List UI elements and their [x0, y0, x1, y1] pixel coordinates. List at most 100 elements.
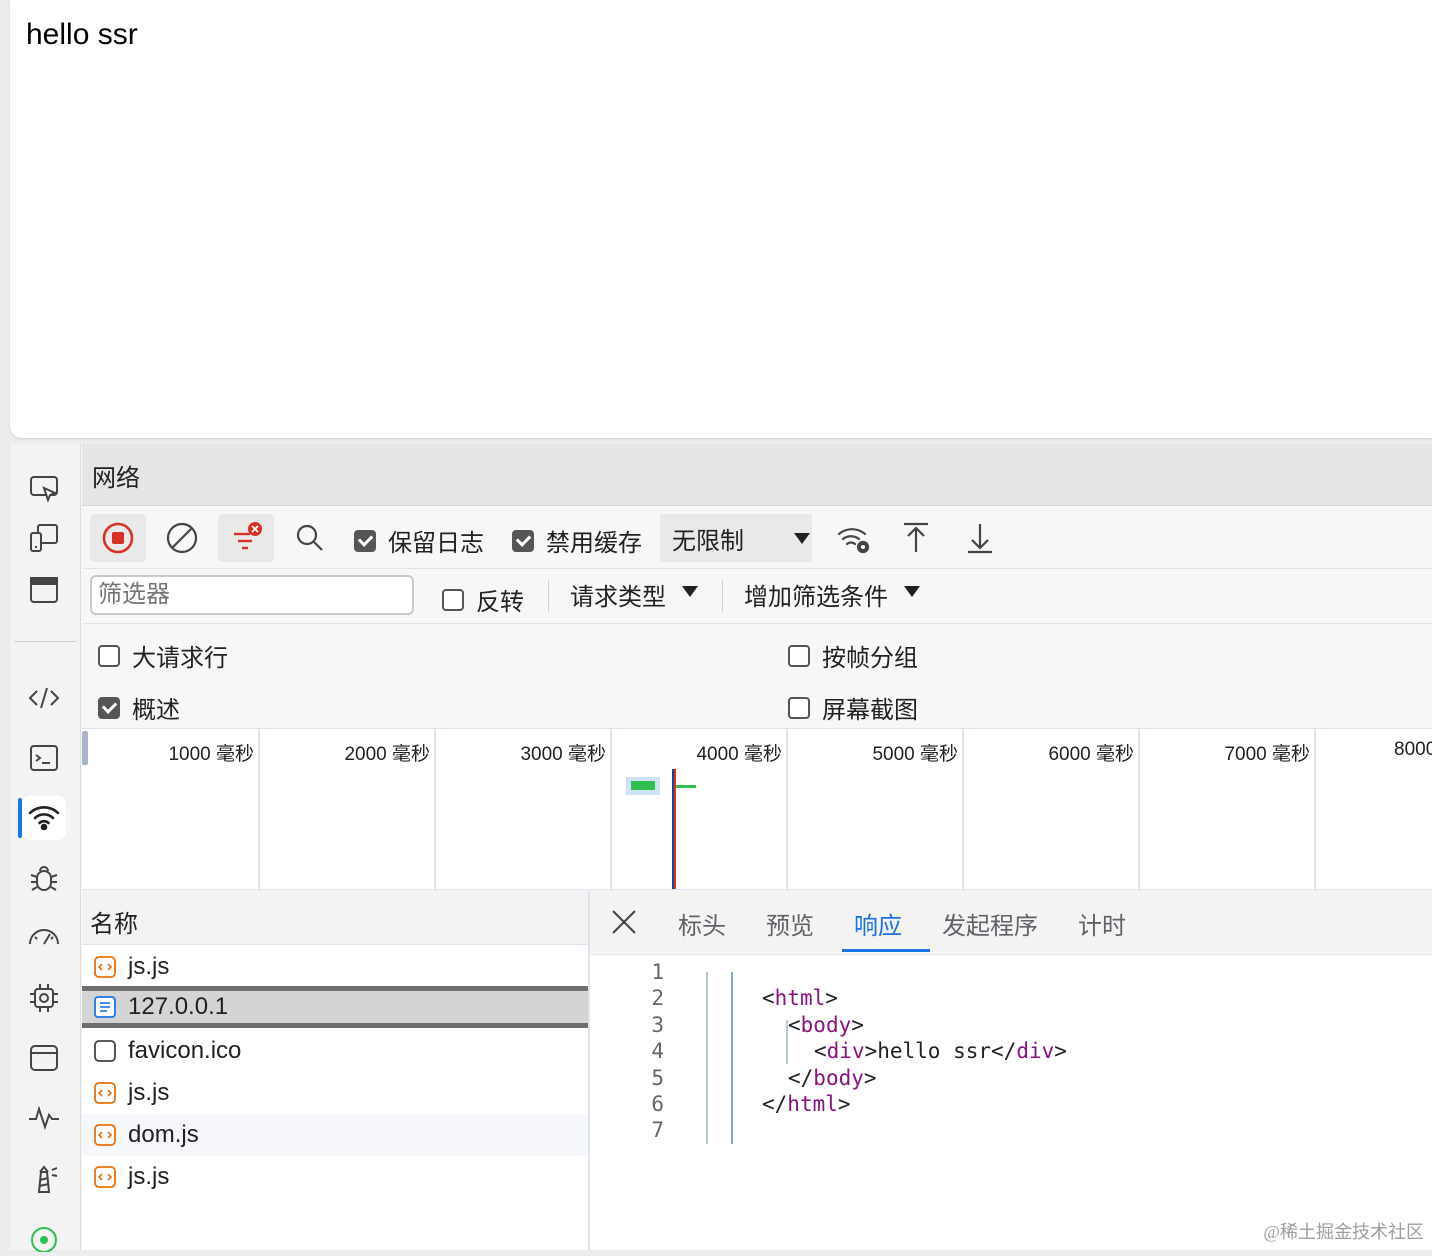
- request-row-selected[interactable]: 127.0.0.1: [82, 986, 588, 1028]
- line-number: 2: [651, 986, 664, 1010]
- activity-bar: [10, 444, 81, 1252]
- code-line: </body>: [788, 1066, 877, 1090]
- request-list: 名称 js.js 127.0.0.1 favicon.ico js.js dom…: [82, 890, 590, 1250]
- script-file-icon: [94, 1082, 116, 1104]
- load-event-marker: [674, 769, 676, 889]
- lighthouse-icon[interactable]: [22, 1156, 66, 1200]
- import-har-button[interactable]: [888, 514, 944, 562]
- tick-label: 5000 毫秒: [872, 744, 958, 765]
- tick-line: [962, 729, 964, 889]
- disable-cache-checkbox[interactable]: 禁用缓存: [512, 523, 642, 558]
- line-number: 6: [651, 1092, 664, 1116]
- request-name: 127.0.0.1: [128, 993, 229, 1020]
- preserve-log-check: [354, 529, 376, 552]
- panel-title: 网络: [92, 465, 140, 492]
- request-row[interactable]: dom.js: [82, 1114, 588, 1156]
- disable-cache-check: [512, 529, 534, 552]
- line-number: 1: [651, 960, 664, 984]
- close-icon[interactable]: [610, 908, 638, 936]
- filter-toggle-button[interactable]: [218, 514, 274, 562]
- application-icon[interactable]: [22, 1036, 66, 1080]
- big-rows-check: [98, 644, 120, 667]
- request-detail: 标头 预览 响应 发起程序 计时 1 2 3 4 5 6 7 <html> <b…: [590, 890, 1432, 1250]
- invert-label: 反转: [476, 589, 524, 616]
- filter-divider-2: [722, 580, 723, 612]
- add-filter-label: 增加筛选条件: [744, 584, 888, 611]
- script-file-icon: [94, 1124, 116, 1146]
- tick-line: [434, 729, 436, 889]
- group-by-frame-check: [788, 644, 810, 667]
- clear-icon: [166, 522, 198, 554]
- tick-line: [786, 729, 788, 889]
- timeline-left-handle[interactable]: [82, 731, 88, 765]
- request-row[interactable]: favicon.ico: [82, 1030, 588, 1072]
- script-file-icon: [94, 956, 116, 978]
- throttle-select[interactable]: 无限制: [660, 514, 812, 562]
- devtools: 网络 保留日志 禁用缓存 无限制 筛选器 反转 请求类型 增加筛选条件 大请求行…: [10, 444, 1432, 1252]
- request-types-dropdown[interactable]: 请求类型: [570, 577, 666, 612]
- request-name: js.js: [128, 953, 170, 980]
- screenshots-checkbox[interactable]: 屏幕截图: [788, 690, 918, 725]
- bug-icon[interactable]: [22, 856, 66, 900]
- disable-cache-label: 禁用缓存: [546, 530, 642, 557]
- invert-checkbox[interactable]: 反转: [442, 582, 524, 617]
- tick-label: 3000 毫秒: [520, 744, 606, 765]
- activity-icon[interactable]: [22, 1096, 66, 1140]
- search-button[interactable]: [282, 514, 338, 562]
- elements-icon[interactable]: [22, 676, 66, 720]
- document-file-icon: [94, 996, 116, 1018]
- network-conditions-button[interactable]: [826, 514, 882, 562]
- request-row[interactable]: js.js: [82, 946, 588, 988]
- tab-preview[interactable]: 预览: [766, 906, 814, 941]
- request-row[interactable]: js.js: [82, 1156, 588, 1198]
- record-button[interactable]: [90, 514, 146, 562]
- memory-chip-icon[interactable]: [22, 976, 66, 1020]
- filter-bar: 反转 请求类型 增加筛选条件: [82, 569, 1432, 624]
- record-icon: [102, 522, 134, 554]
- code-line: </html>: [762, 1092, 851, 1116]
- tab-response[interactable]: 响应: [854, 906, 902, 941]
- big-rows-label: 大请求行: [132, 645, 228, 672]
- overview-timeline[interactable]: 1000 毫秒 2000 毫秒 3000 毫秒 4000 毫秒 5000 毫秒 …: [82, 729, 1432, 891]
- tab-headers[interactable]: 标头: [678, 906, 726, 941]
- request-row[interactable]: js.js: [82, 1072, 588, 1114]
- tab-initiator[interactable]: 发起程序: [942, 906, 1038, 941]
- filter-icon: [234, 522, 262, 550]
- console-icon[interactable]: [22, 736, 66, 780]
- tick-line: [610, 729, 612, 889]
- tick-label: 4000 毫秒: [696, 744, 782, 765]
- code-line: <html>: [762, 986, 838, 1010]
- add-filter-dropdown[interactable]: 增加筛选条件: [744, 577, 888, 612]
- clear-button[interactable]: [154, 514, 210, 562]
- more-icon[interactable]: [22, 1212, 66, 1256]
- inspect-icon[interactable]: [22, 466, 66, 510]
- code-line: <div>hello ssr</div>: [814, 1039, 1067, 1063]
- page-viewport: hello ssr: [10, 0, 1432, 438]
- tick-line: [1138, 729, 1140, 889]
- export-har-button[interactable]: [952, 514, 1008, 562]
- request-types-label: 请求类型: [570, 584, 666, 611]
- performance-icon[interactable]: [22, 916, 66, 960]
- big-request-rows-checkbox[interactable]: 大请求行: [98, 638, 228, 673]
- generic-file-icon: [94, 1040, 116, 1062]
- tick-line: [1314, 729, 1316, 889]
- window-icon[interactable]: [22, 568, 66, 612]
- tick-label: 7000 毫秒: [1224, 744, 1310, 765]
- group-by-frame-checkbox[interactable]: 按帧分组: [788, 638, 918, 673]
- group-by-frame-label: 按帧分组: [822, 645, 918, 672]
- name-column-header[interactable]: 名称: [82, 890, 588, 945]
- preserve-log-checkbox[interactable]: 保留日志: [354, 523, 484, 558]
- network-toolbar: 保留日志 禁用缓存 无限制: [82, 506, 1432, 569]
- code-line: <body>: [788, 1013, 864, 1037]
- line-number: 3: [651, 1013, 664, 1037]
- request-name: js.js: [128, 1163, 170, 1190]
- filter-divider: [548, 580, 549, 612]
- network-icon[interactable]: [22, 796, 66, 840]
- device-icon[interactable]: [22, 516, 66, 560]
- overview-checkbox[interactable]: 概述: [98, 690, 180, 725]
- filter-input[interactable]: [90, 575, 414, 615]
- tab-timing[interactable]: 计时: [1078, 906, 1126, 941]
- overview-label: 概述: [132, 697, 180, 724]
- request-name: favicon.ico: [128, 1037, 242, 1064]
- download-icon: [968, 524, 992, 554]
